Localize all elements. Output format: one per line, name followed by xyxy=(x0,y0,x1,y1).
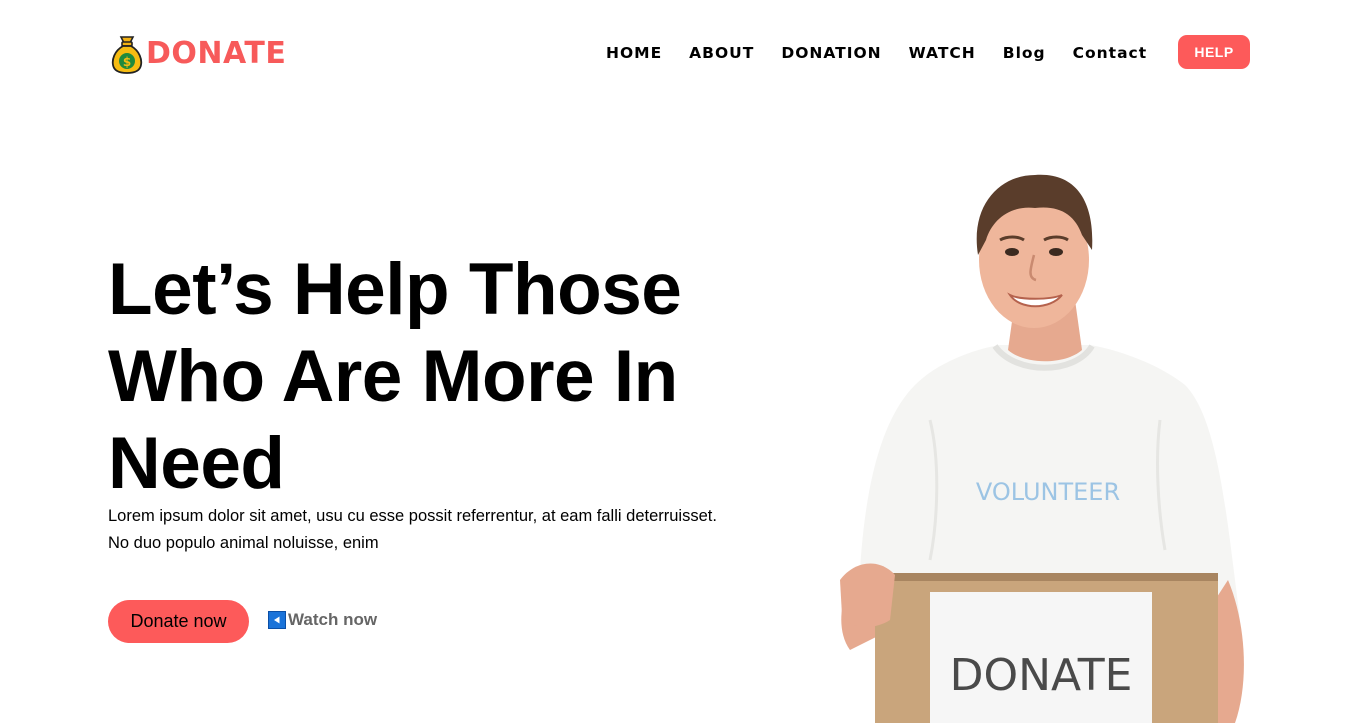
landing-page: $ DONATE HOME ABOUT DONATION WATCH Blog … xyxy=(0,0,1358,723)
hero-title-line: Need xyxy=(108,423,285,504)
hero-title-line: Who Are More In xyxy=(108,336,678,417)
hero-title: Let’s Help Those Who Are More In Need xyxy=(108,246,748,507)
hero-description-line: No duo populo animal noluisse, enim xyxy=(108,534,379,552)
play-icon xyxy=(268,611,286,629)
money-bag-icon: $ xyxy=(111,36,143,74)
volunteer-image: VOLUNTEER DONATE xyxy=(840,174,1244,723)
hero-description-line: Lorem ipsum dolor sit amet, usu cu esse … xyxy=(108,507,717,525)
hero-description: Lorem ipsum dolor sit amet, usu cu esse … xyxy=(108,503,798,557)
box-sign-text: DONATE xyxy=(950,650,1133,701)
donate-now-button[interactable]: Donate now xyxy=(108,600,249,643)
nav-donation[interactable]: DONATION xyxy=(781,43,881,63)
watch-now-link[interactable]: Watch now xyxy=(268,610,377,630)
shirt-text: VOLUNTEER xyxy=(976,478,1120,506)
hero-title-line: Let’s Help Those xyxy=(108,249,682,330)
help-button[interactable]: HELP xyxy=(1178,35,1250,69)
main-nav: HOME ABOUT DONATION WATCH Blog Contact xyxy=(606,43,1174,63)
brand-logo[interactable]: $ DONATE xyxy=(110,34,286,74)
watch-now-label: Watch now xyxy=(288,610,378,629)
nav-contact[interactable]: Contact xyxy=(1073,43,1148,63)
nav-home[interactable]: HOME xyxy=(606,43,662,63)
brand-name: DONATE xyxy=(146,36,287,71)
nav-blog[interactable]: Blog xyxy=(1003,43,1046,63)
svg-text:$: $ xyxy=(123,55,131,69)
nav-watch[interactable]: WATCH xyxy=(909,43,976,63)
nav-about[interactable]: ABOUT xyxy=(689,43,754,63)
